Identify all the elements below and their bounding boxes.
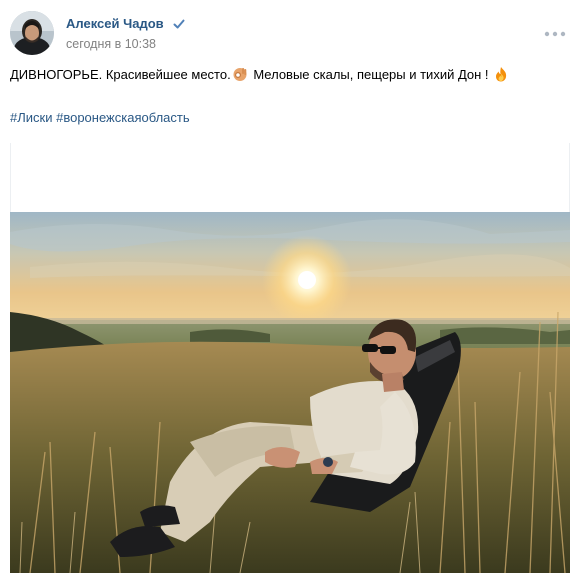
post-photo[interactable] [10, 212, 570, 573]
avatar-photo [10, 11, 54, 55]
hashtags: #Лиски #воронежскаяобласть [10, 109, 190, 127]
post-text: ДИВНОГОРЬЕ. Красивейшее место. Меловые с… [10, 66, 566, 84]
hashtag-link[interactable]: #воронежскаяобласть [56, 110, 190, 125]
avatar[interactable] [10, 11, 54, 55]
author-name[interactable]: Алексей Чадов [66, 15, 164, 32]
ok-hand-emoji [233, 68, 247, 81]
hashtag-link[interactable]: #Лиски [10, 110, 52, 125]
post-text-part1: ДИВНОГОРЬЕ. Красивейшее место. [10, 67, 231, 82]
post-date[interactable]: сегодня в 10:38 [66, 36, 156, 52]
landscape-photo [10, 212, 570, 573]
fire-emoji [496, 67, 507, 82]
post-text-part2: Меловые скалы, пещеры и тихий Дон ! [249, 67, 493, 82]
more-dots-icon[interactable] [544, 28, 566, 40]
verified-icon [173, 19, 185, 29]
post-card: Алексей Чадов сегодня в 10:38 ДИВНОГОРЬЕ… [0, 0, 572, 573]
